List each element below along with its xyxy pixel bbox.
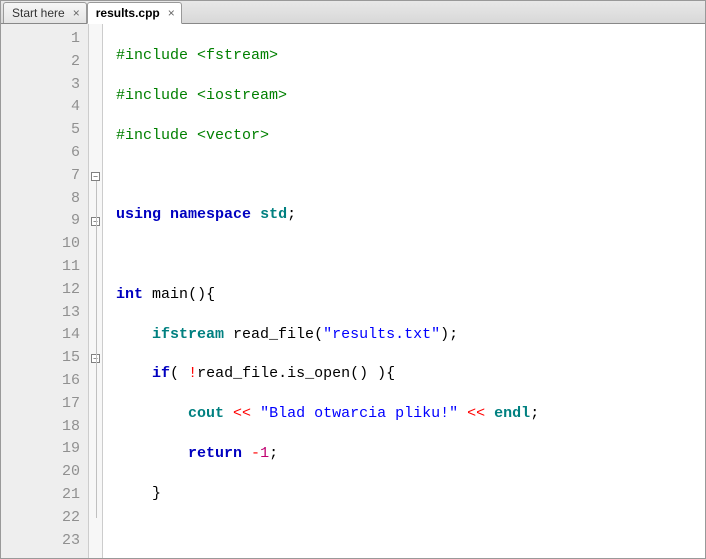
code-line (107, 523, 705, 546)
line-number: 16 (1, 370, 88, 393)
code-line: #include <fstream> (107, 45, 705, 68)
code-line: return -1; (107, 443, 705, 466)
close-icon[interactable]: × (168, 6, 175, 20)
tab-bar: Start here × results.cpp × (1, 1, 705, 24)
line-number: 9 (1, 210, 88, 233)
code-line: cout << "Blad otwarcia pliku!" << endl; (107, 403, 705, 426)
fold-toggle-icon[interactable]: − (91, 172, 100, 181)
line-number: 1 (1, 28, 88, 51)
line-number: 2 (1, 51, 88, 74)
tab-label: Start here (12, 6, 65, 20)
code-line: if( !read_file.is_open() ){ (107, 363, 705, 386)
code-line: } (107, 483, 705, 506)
line-number: 22 (1, 507, 88, 530)
code-line: int main(){ (107, 284, 705, 307)
tab-start-here[interactable]: Start here × (3, 2, 87, 23)
line-number: 3 (1, 74, 88, 97)
line-number: 10 (1, 233, 88, 256)
line-number: 8 (1, 188, 88, 211)
line-number: 7 (1, 165, 88, 188)
code-area[interactable]: #include <fstream> #include <iostream> #… (103, 24, 705, 558)
line-number: 18 (1, 416, 88, 439)
code-line (107, 244, 705, 267)
code-line: #include <iostream> (107, 85, 705, 108)
line-number-gutter: 1 2 3 4 5 6 7 8 9 10 11 12 13 14 15 16 1… (1, 24, 89, 558)
line-number: 14 (1, 324, 88, 347)
code-line (107, 164, 705, 187)
line-number: 4 (1, 96, 88, 119)
line-number: 17 (1, 393, 88, 416)
tab-results-cpp[interactable]: results.cpp × (87, 2, 182, 24)
line-number: 23 (1, 530, 88, 553)
line-number: 15 (1, 347, 88, 370)
line-number: 19 (1, 438, 88, 461)
code-line: using namespace std; (107, 204, 705, 227)
line-number: 12 (1, 279, 88, 302)
line-number: 5 (1, 119, 88, 142)
line-number: 21 (1, 484, 88, 507)
code-line: #include <vector> (107, 125, 705, 148)
close-icon[interactable]: × (73, 6, 80, 20)
code-line: ifstream read_file("results.txt"); (107, 324, 705, 347)
line-number: 20 (1, 461, 88, 484)
line-number: 11 (1, 256, 88, 279)
tab-label: results.cpp (96, 6, 160, 20)
line-number: 13 (1, 302, 88, 325)
editor: 1 2 3 4 5 6 7 8 9 10 11 12 13 14 15 16 1… (1, 24, 705, 558)
fold-gutter: − − − (89, 24, 103, 558)
line-number: 6 (1, 142, 88, 165)
